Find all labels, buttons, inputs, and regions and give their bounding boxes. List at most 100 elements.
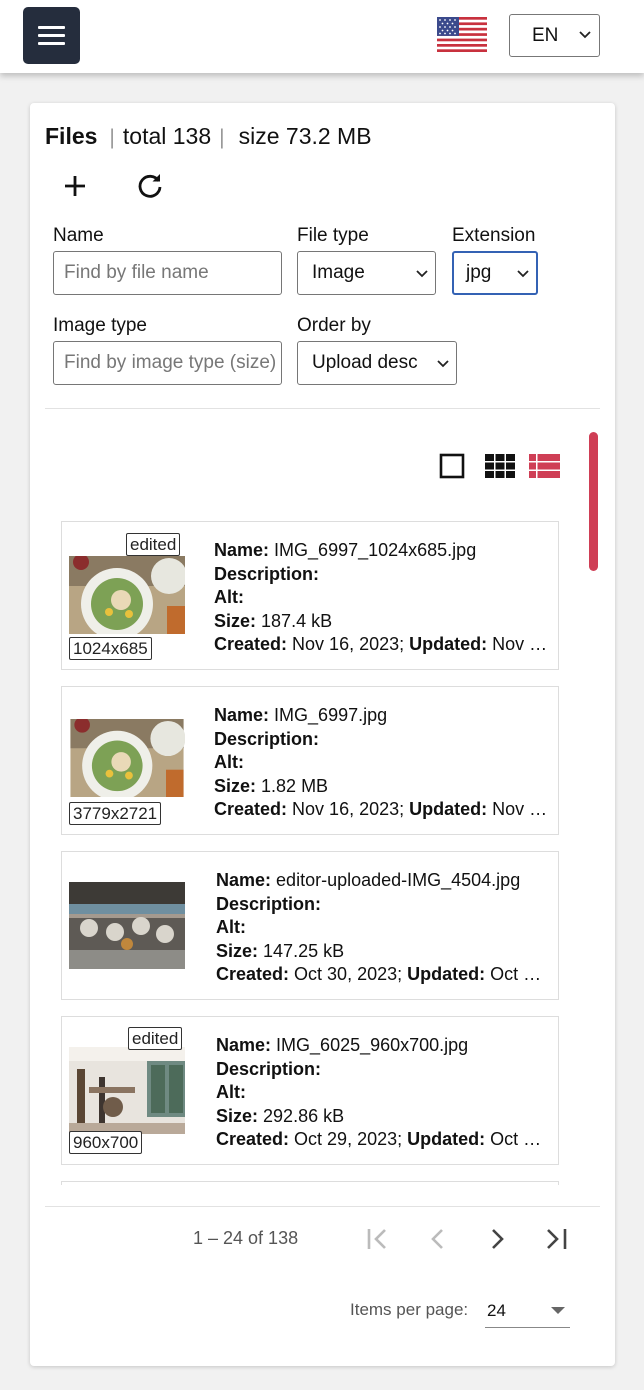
chevron-down-icon — [579, 31, 591, 39]
header-separator: | — [219, 126, 225, 149]
file-name: IMG_6997.jpg — [274, 705, 388, 725]
divider — [45, 1206, 600, 1207]
extension-label: Extension — [452, 225, 536, 246]
name-key: Name: — [216, 870, 272, 890]
divider — [45, 408, 600, 409]
hamburger-menu-button[interactable] — [23, 7, 80, 64]
file-size: 1.82 MB — [261, 775, 329, 796]
language-value: EN — [532, 24, 559, 46]
file-list-item[interactable]: edited 960x700 Name: IMG_6025_960x700.jp… — [61, 1016, 559, 1165]
description-key: Description: — [216, 1058, 322, 1079]
items-per-page-label: Items per page: — [350, 1300, 469, 1319]
file-type-select[interactable]: Image — [297, 251, 436, 295]
file-list-item[interactable]: 3779x2721 Name: IMG_6997.jpg Description… — [61, 686, 559, 835]
file-name: editor-uploaded-IMG_4504.jpg — [276, 870, 521, 890]
top-bar: EN — [0, 0, 644, 73]
extension-value: jpg — [466, 262, 492, 283]
updated-key: Updated: — [407, 964, 486, 984]
files-card: Files | total 138 | size 73.2 MB Name Fi… — [30, 103, 615, 1366]
dropdown-arrow-icon — [551, 1307, 565, 1314]
single-view-icon[interactable] — [439, 453, 465, 479]
file-updated: Nov … — [492, 634, 548, 654]
size-key: Size: — [214, 775, 257, 796]
hamburger-menu-icon — [38, 26, 65, 29]
file-meta: Name: IMG_6997_1024x685.jpg Description:… — [214, 539, 554, 657]
gym-thumbnail-image — [69, 1047, 185, 1134]
items-per-page-select[interactable]: 24 — [485, 1296, 570, 1328]
files-title: Files — [45, 123, 98, 149]
file-list-item[interactable]: Name: editor-uploaded-IMG_4504.jpg Descr… — [61, 851, 559, 1000]
file-meta: Name: IMG_6025_960x700.jpg Description: … — [216, 1034, 556, 1152]
description-key: Description: — [216, 893, 322, 914]
description-key: Description: — [214, 563, 320, 584]
file-list-item[interactable] — [61, 1181, 559, 1185]
size-key: Size: — [216, 1105, 259, 1126]
name-key: Name: — [216, 1035, 272, 1055]
file-created: Nov 16, 2023; — [292, 799, 405, 819]
image-type-input[interactable]: Find by image type (size) — [53, 341, 282, 385]
edited-badge: edited — [126, 533, 181, 556]
hamburger-line — [38, 42, 65, 45]
dimensions-badge: 3779x2721 — [69, 802, 162, 825]
alt-key: Alt: — [216, 1082, 246, 1102]
plus-icon[interactable] — [59, 170, 91, 202]
file-meta: Name: IMG_6997.jpg Description: Alt: Siz… — [214, 704, 554, 822]
name-filter-label: Name — [53, 225, 104, 246]
file-created: Oct 29, 2023; — [294, 1129, 403, 1149]
files-total: total 138 — [122, 123, 212, 149]
file-created: Nov 16, 2023; — [292, 634, 405, 654]
image-type-label: Image type — [53, 315, 147, 336]
created-key: Created: — [214, 799, 288, 819]
list-view-icon[interactable] — [528, 453, 561, 479]
order-by-label: Order by — [297, 315, 371, 336]
previous-page-icon[interactable] — [423, 1224, 453, 1254]
created-key: Created: — [216, 1129, 290, 1149]
updated-key: Updated: — [409, 634, 488, 654]
edited-badge: edited — [128, 1027, 183, 1050]
file-name: IMG_6997_1024x685.jpg — [274, 540, 477, 560]
file-list-item[interactable]: edited 1024x685 Name: IMG_6997_1024x685.… — [61, 521, 559, 670]
dimensions-badge: 960x700 — [69, 1131, 143, 1154]
updated-key: Updated: — [407, 1129, 486, 1149]
hamburger-line — [38, 34, 65, 37]
alt-key: Alt: — [214, 752, 244, 772]
list-scrollbar[interactable] — [589, 432, 598, 571]
created-key: Created: — [214, 634, 288, 654]
last-page-icon[interactable] — [542, 1224, 572, 1254]
files-size: size 73.2 MB — [238, 123, 372, 149]
us-flag-icon[interactable] — [437, 17, 487, 52]
file-size: 147.25 kB — [263, 940, 345, 961]
file-updated: Nov … — [492, 799, 548, 819]
outdoor-dining-thumbnail-image — [69, 882, 185, 969]
first-page-icon[interactable] — [363, 1224, 393, 1254]
updated-key: Updated: — [409, 799, 488, 819]
order-by-select[interactable]: Upload desc — [297, 341, 457, 385]
next-page-icon[interactable] — [482, 1224, 512, 1254]
alt-key: Alt: — [216, 917, 246, 937]
chevron-down-icon — [517, 270, 529, 278]
food-thumbnail-image — [69, 556, 185, 634]
file-created: Oct 30, 2023; — [294, 964, 403, 984]
header-separator: | — [109, 126, 115, 149]
file-type-value: Image — [312, 262, 365, 283]
name-key: Name: — [214, 540, 270, 560]
language-select[interactable]: EN — [509, 14, 600, 57]
created-key: Created: — [216, 964, 290, 984]
description-key: Description: — [214, 728, 320, 749]
size-key: Size: — [216, 940, 259, 961]
paginator-range: 1 – 24 of 138 — [193, 1228, 299, 1248]
name-filter-input[interactable]: Find by file name — [53, 251, 282, 295]
file-updated: Oct … — [490, 964, 542, 984]
file-type-label: File type — [297, 225, 369, 246]
refresh-icon[interactable] — [134, 170, 166, 202]
file-size: 187.4 kB — [261, 610, 333, 631]
extension-select[interactable]: jpg — [452, 251, 538, 295]
items-per-page-value: 24 — [487, 1301, 506, 1320]
file-name: IMG_6025_960x700.jpg — [276, 1035, 469, 1055]
chevron-down-icon — [416, 270, 428, 278]
files-header: Files | total 138 | size 73.2 MB — [45, 123, 372, 150]
grid-view-icon[interactable] — [484, 453, 516, 479]
file-meta: Name: editor-uploaded-IMG_4504.jpg Descr… — [216, 869, 556, 987]
chevron-down-icon — [437, 360, 449, 368]
file-updated: Oct … — [490, 1129, 542, 1149]
